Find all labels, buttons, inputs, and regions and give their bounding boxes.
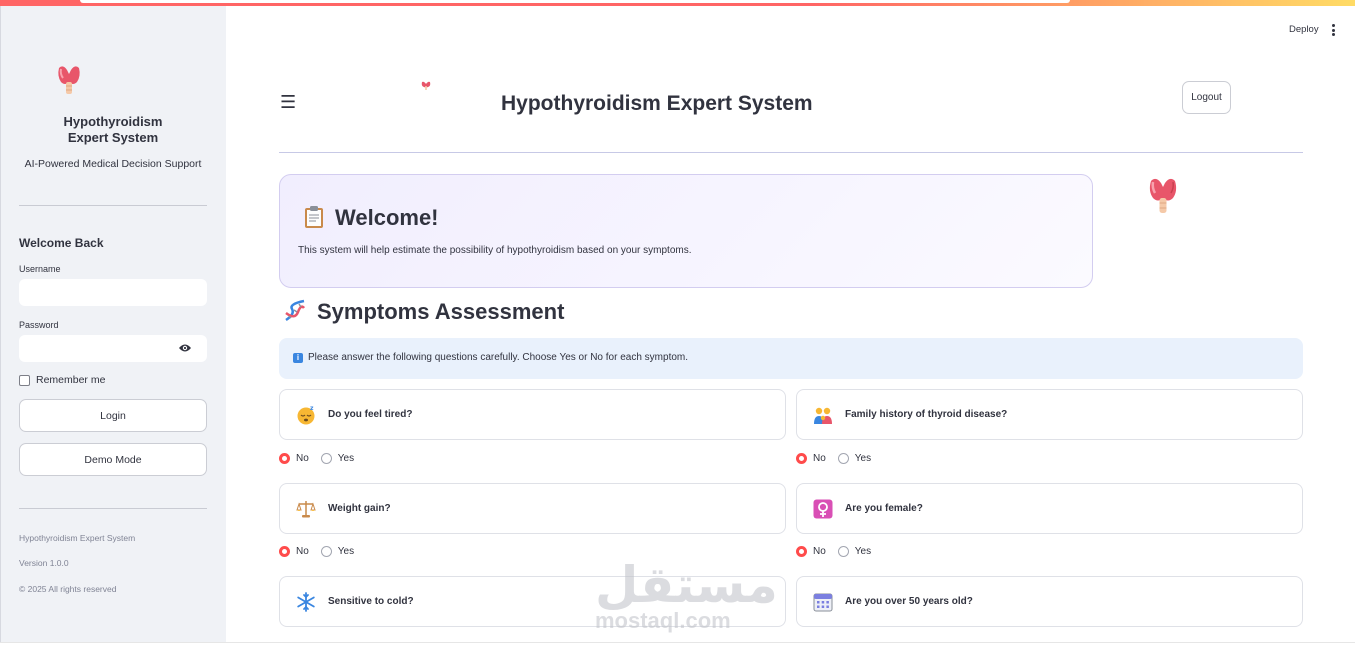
sidebar-title: Hypothyroidism Expert System <box>63 114 163 145</box>
info-icon: i <box>293 353 303 363</box>
footer-app-name: Hypothyroidism Expert System <box>19 533 136 543</box>
username-label: Username <box>19 264 61 274</box>
sidebar-divider-bottom <box>19 508 207 509</box>
radio-unselected[interactable] <box>837 546 849 557</box>
radio-selected[interactable] <box>796 453 807 464</box>
footer-copyright: © 2025 All rights reserved <box>19 584 117 594</box>
dna-icon <box>285 299 305 322</box>
radio-unselected[interactable] <box>320 546 332 557</box>
deploy-button[interactable]: Deploy <box>1289 24 1319 35</box>
question-card-female: Are you female? <box>796 483 1303 534</box>
question-label: Sensitive to cold? <box>328 596 414 607</box>
hamburger-menu-icon[interactable]: ☰ <box>280 92 296 113</box>
radio-option-no[interactable]: No <box>796 546 826 557</box>
radio-option-yes[interactable]: Yes <box>837 546 871 557</box>
thyroid-small-icon <box>421 81 431 90</box>
sleepy-face-icon: z <box>297 405 315 425</box>
radio-selected[interactable] <box>279 453 290 464</box>
welcome-card: Welcome! This system will help estimate … <box>279 174 1093 288</box>
welcome-text: This system will help estimate the possi… <box>298 245 692 256</box>
thyroid-logo-icon <box>58 66 80 94</box>
radio-option-no[interactable]: No <box>796 453 826 464</box>
mostaql-watermark: مستقل mostaql.com <box>595 557 778 633</box>
question-label: Family history of thyroid disease? <box>845 409 1008 420</box>
sidebar: Hypothyroidism Expert System AI-Powered … <box>0 6 226 642</box>
password-input[interactable] <box>19 335 207 362</box>
login-button[interactable]: Login <box>19 399 207 432</box>
radio-group-family-history: No Yes <box>796 453 871 464</box>
checkbox-box[interactable] <box>19 374 30 386</box>
info-text: Please answer the following questions ca… <box>308 352 689 363</box>
main-menu-kebab-icon[interactable] <box>1332 24 1336 36</box>
footer-version: Version 1.0.0 <box>19 558 69 568</box>
login-heading: Welcome Back <box>19 236 104 250</box>
scales-icon <box>296 501 316 518</box>
female-sign-icon <box>813 499 833 519</box>
question-card-tired: z Do you feel tired? <box>279 389 786 440</box>
question-label: Are you female? <box>845 503 923 514</box>
radio-selected[interactable] <box>796 546 807 557</box>
question-label: Do you feel tired? <box>328 409 413 420</box>
radio-option-no[interactable]: No <box>279 453 309 464</box>
radio-option-yes[interactable]: Yes <box>320 546 354 557</box>
header-divider <box>279 152 1303 153</box>
bottom-edge <box>0 642 1355 648</box>
show-password-eye-icon[interactable] <box>179 343 191 353</box>
radio-option-yes[interactable]: Yes <box>837 453 871 464</box>
logout-button[interactable]: Logout <box>1182 81 1231 114</box>
username-input[interactable] <box>19 279 207 306</box>
thyroid-illustration-icon <box>1149 178 1177 213</box>
svg-text:z: z <box>310 405 314 412</box>
question-card-family-history: Family history of thyroid disease? <box>796 389 1303 440</box>
question-label: Are you over 50 years old? <box>845 596 973 607</box>
radio-group-tired: No Yes <box>279 453 354 464</box>
snowflake-icon <box>297 592 315 612</box>
remember-me-checkbox[interactable]: Remember me <box>19 374 105 386</box>
family-icon <box>814 407 832 424</box>
radio-selected[interactable] <box>279 546 290 557</box>
question-label: Weight gain? <box>328 503 391 514</box>
question-card-weight-gain: Weight gain? <box>279 483 786 534</box>
demo-mode-button[interactable]: Demo Mode <box>19 443 207 476</box>
sidebar-divider <box>19 205 207 206</box>
radio-option-yes[interactable]: Yes <box>320 453 354 464</box>
info-banner: i Please answer the following questions … <box>279 338 1303 379</box>
radio-group-female: No Yes <box>796 546 871 557</box>
radio-unselected[interactable] <box>837 453 849 464</box>
calendar-icon <box>813 593 833 612</box>
radio-unselected[interactable] <box>320 453 332 464</box>
welcome-title: Welcome! <box>335 205 439 230</box>
clipboard-icon <box>305 206 323 228</box>
sidebar-subtitle: AI-Powered Medical Decision Support <box>24 158 202 170</box>
page-title: Hypothyroidism Expert System <box>501 92 813 115</box>
password-label: Password <box>19 320 59 330</box>
radio-group-weight-gain: No Yes <box>279 546 354 557</box>
symptoms-title: Symptoms Assessment <box>317 299 565 324</box>
radio-option-no[interactable]: No <box>279 546 309 557</box>
remember-me-label: Remember me <box>36 374 106 386</box>
question-card-over-50: Are you over 50 years old? <box>796 576 1303 627</box>
